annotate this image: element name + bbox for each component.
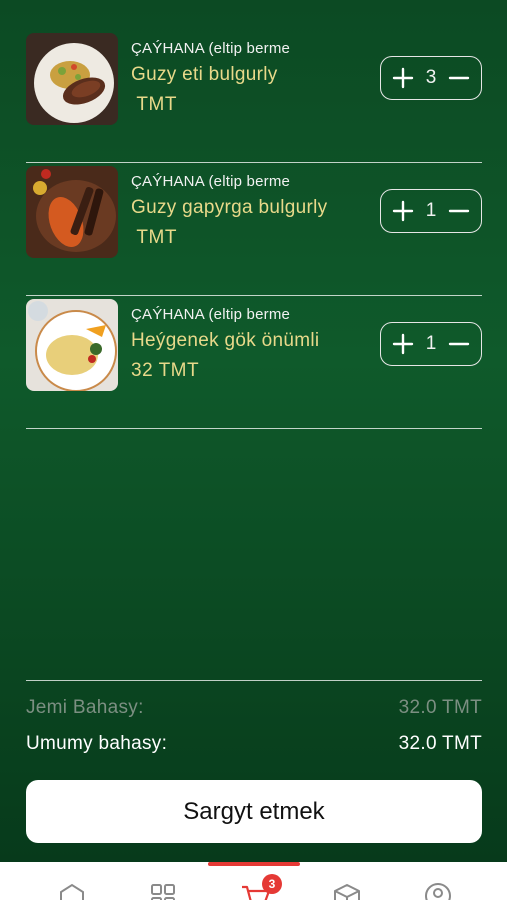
item-price: TMT [131,94,177,115]
minus-icon[interactable] [447,199,471,223]
cart-count-badge: 3 [262,874,282,894]
grid-icon [151,884,175,900]
food-image[interactable] [26,299,118,391]
total-row: Umumy bahasy: 32.0 TMT [26,733,482,755]
plus-icon[interactable] [391,199,415,223]
minus-icon[interactable] [447,332,471,356]
tab-catalog[interactable] [133,862,193,900]
home-icon [60,883,84,900]
item-name: Heýgenek gök önümli [131,330,320,351]
total-label: Umumy bahasy: [26,733,168,754]
cart-list: ÇAÝHANA (eltip berme Guzy eti bulgurly T… [26,30,482,429]
item-name: Guzy eti bulgurly [131,64,278,85]
cart-item[interactable]: ÇAÝHANA (eltip berme Guzy eti bulgurly T… [26,30,482,163]
tab-home[interactable] [42,862,102,900]
quantity-value: 1 [425,333,437,354]
total-value: 32.0 TMT [398,733,482,754]
tab-orders[interactable] [315,862,375,900]
item-info: ÇAÝHANA (eltip berme Guzy eti bulgurly T… [131,40,371,116]
shop-name: ÇAÝHANA (eltip berme [131,40,291,57]
subtotal-label: Jemi Bahasy: [26,697,144,718]
bottom-tab-bar [0,862,507,900]
item-name: Guzy gapyrga bulgurly [131,197,328,218]
cart-item[interactable]: ÇAÝHANA (eltip berme Heýgenek gök önümli… [26,296,482,429]
food-image[interactable] [26,33,118,125]
food-image[interactable] [26,166,118,258]
plus-icon[interactable] [391,332,415,356]
shop-name: ÇAÝHANA (eltip berme [131,173,291,190]
quantity-stepper: 1 [380,189,482,233]
place-order-button[interactable]: Sargyt etmek [26,780,482,843]
shop-name: ÇAÝHANA (eltip berme [131,306,291,323]
box-icon [334,884,360,900]
quantity-stepper: 1 [380,322,482,366]
item-price: TMT [131,227,177,248]
subtotal-value: 32.0 TMT [398,697,482,718]
plus-icon[interactable] [391,66,415,90]
item-info: ÇAÝHANA (eltip berme Heýgenek gök önümli… [131,306,371,382]
item-info: ÇAÝHANA (eltip berme Guzy gapyrga bulgur… [131,173,371,249]
quantity-value: 1 [425,200,437,221]
cart-item[interactable]: ÇAÝHANA (eltip berme Guzy gapyrga bulgur… [26,163,482,296]
subtotal-row: Jemi Bahasy: 32.0 TMT [26,697,482,719]
item-price: 32 TMT [131,360,200,381]
profile-icon [425,883,451,900]
quantity-stepper: 3 [380,56,482,100]
minus-icon[interactable] [447,66,471,90]
tab-profile[interactable] [406,862,466,900]
order-summary: Jemi Bahasy: 32.0 TMT Umumy bahasy: 32.0… [26,680,482,755]
quantity-value: 3 [425,67,437,88]
